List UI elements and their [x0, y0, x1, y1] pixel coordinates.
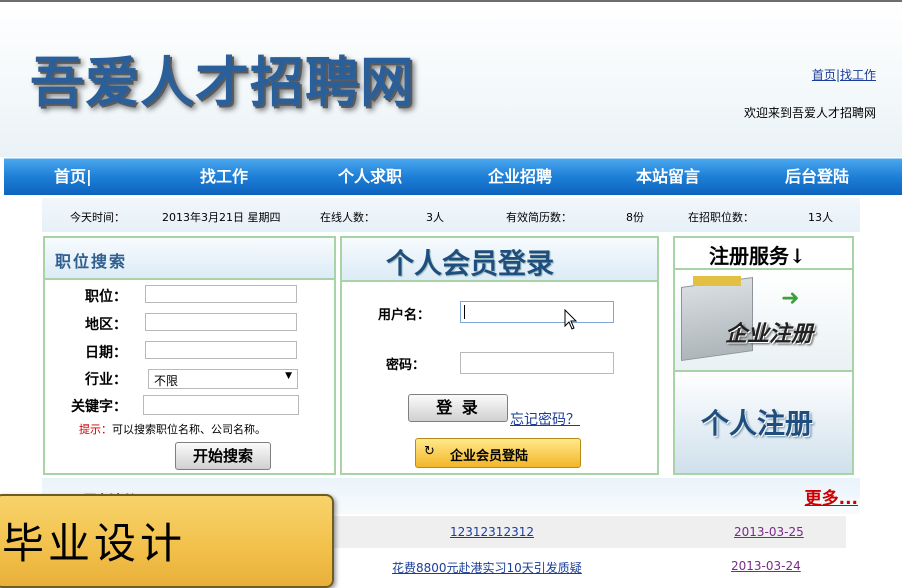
online-label: 在线人数：: [320, 211, 375, 224]
enterprise-login-label: 企业会员登陆: [450, 449, 529, 464]
nav-item-recruiting[interactable]: 企业招聘: [488, 159, 552, 195]
news-item-title[interactable]: 12312312312: [450, 525, 534, 539]
mouse-pointer-icon: [564, 308, 578, 334]
login-button[interactable]: 登 录: [408, 394, 508, 422]
resumes-label: 有效简历数：: [506, 211, 572, 224]
hint-text: 可以搜索职位名称、公司名称。: [112, 423, 266, 436]
nav-item-admin-login[interactable]: 后台登陆: [785, 159, 849, 195]
news-more-link[interactable]: 更多...: [805, 484, 858, 509]
position-input[interactable]: [145, 285, 297, 303]
chevron-down-icon: ▼: [285, 371, 292, 381]
today-value: 2013年3月21日 星期四: [162, 211, 281, 224]
login-header: 个人会员登录: [342, 238, 657, 282]
news-item-date[interactable]: 2013-03-25: [734, 525, 804, 539]
site-stats-bar: 今天时间： 2013年3月21日 星期四 在线人数： 3人 有效简历数： 8份 …: [42, 198, 860, 232]
home-link[interactable]: 首页: [812, 68, 836, 82]
job-search-header: 职位搜索: [45, 238, 334, 280]
personal-register-banner[interactable]: 个人注册: [675, 372, 852, 473]
refresh-arrow-icon: ↻: [424, 444, 435, 459]
username-input[interactable]: [460, 301, 614, 323]
hint-prefix: 提示：: [79, 423, 112, 436]
company-register-banner[interactable]: ➜ 企业注册: [675, 270, 852, 372]
job-search-title: 职位搜索: [55, 252, 128, 271]
search-hint: 提示：可以搜索职位名称、公司名称。: [79, 421, 266, 437]
login-title: 个人会员登录: [386, 247, 555, 280]
register-title: 注册服务↓: [709, 244, 806, 268]
keyword-input[interactable]: [143, 395, 299, 415]
register-panel: 注册服务↓ ➜ 企业注册 个人注册: [673, 236, 854, 475]
forgot-password-link[interactable]: 忘记密码？: [510, 409, 580, 429]
date-input[interactable]: [145, 341, 297, 359]
graduation-project-overlay: 毕业设计: [0, 494, 334, 588]
site-header: 吾爱人才招聘网 首页|找工作 欢迎来到吾爱人才招聘网: [0, 2, 902, 157]
jobs-value: 13人: [808, 211, 833, 224]
nav-item-find-jobs[interactable]: 找工作: [200, 159, 248, 195]
today-label: 今天时间：: [70, 211, 125, 224]
date-label: 日期：: [85, 345, 127, 361]
region-label: 地区：: [85, 317, 127, 333]
nav-item-job-seeking[interactable]: 个人求职: [338, 159, 402, 195]
text-cursor: [464, 305, 465, 319]
username-label: 用户名：: [378, 308, 431, 323]
site-logo: 吾爱人才招聘网: [30, 50, 415, 114]
personal-register-label: 个人注册: [701, 407, 814, 440]
password-label: 密码：: [386, 358, 426, 373]
green-arrow-icon: ➜: [781, 286, 800, 311]
news-item-date[interactable]: 2013-03-24: [731, 559, 801, 573]
overlay-text: 毕业设计: [2, 519, 187, 568]
company-register-label: 企业注册: [725, 321, 814, 347]
resumes-value: 8份: [626, 211, 644, 224]
position-label: 职位：: [85, 289, 127, 305]
password-input[interactable]: [460, 352, 614, 374]
welcome-text: 欢迎来到吾爱人才招聘网: [743, 106, 876, 120]
job-search-panel: 职位搜索 职位： 地区： 日期： 行业： 不限 ▼ 关键字： 提示：可以搜索职位…: [43, 236, 336, 475]
member-login-panel: 个人会员登录 用户名： 密码： 登 录 忘记密码？ ↻ 企业会员登陆: [340, 236, 659, 475]
keyword-label: 关键字：: [71, 399, 127, 415]
start-search-button[interactable]: 开始搜索: [175, 442, 271, 470]
region-input[interactable]: [145, 313, 297, 331]
nav-item-guestbook[interactable]: 本站留言: [636, 159, 700, 195]
online-value: 3人: [426, 211, 444, 224]
nav-item-home[interactable]: 首页|: [54, 159, 92, 195]
industry-selected-value: 不限: [154, 374, 179, 388]
folder-tab-icon: [693, 276, 741, 286]
news-item-title[interactable]: 花费8800元赴港实习10天引发质疑: [392, 559, 582, 576]
industry-label: 行业：: [85, 372, 127, 388]
main-nav: 首页| 找工作 个人求职 企业招聘 本站留言 后台登陆: [4, 158, 902, 195]
find-jobs-link[interactable]: 找工作: [840, 68, 876, 82]
jobs-label: 在招职位数：: [688, 211, 754, 224]
industry-select[interactable]: 不限 ▼: [148, 369, 298, 389]
register-header: 注册服务↓: [675, 238, 852, 270]
enterprise-login-button[interactable]: ↻ 企业会员登陆: [415, 438, 581, 468]
top-links: 首页|找工作: [812, 66, 876, 83]
